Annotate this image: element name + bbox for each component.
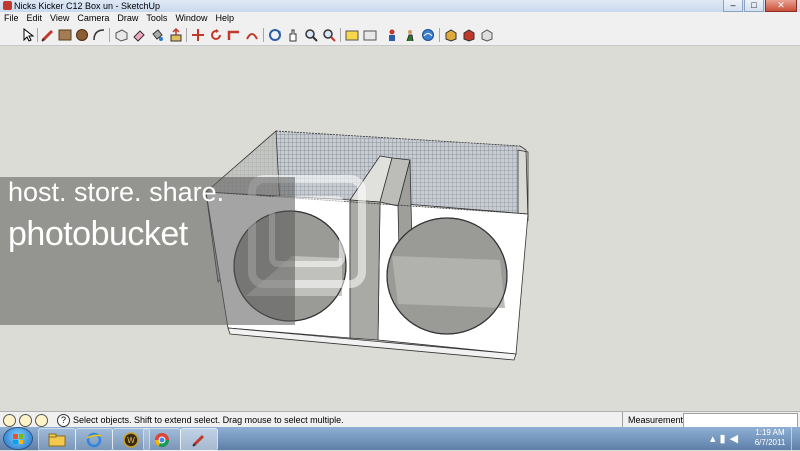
clock-time: 1:19 AM (755, 428, 785, 437)
status-message: Select objects. Shift to extend select. … (73, 415, 344, 425)
place-camera-icon[interactable] (384, 27, 400, 42)
show-hidden-icons-icon[interactable]: ▴ (710, 432, 716, 445)
close-button[interactable]: ✕ (765, 0, 797, 12)
components-icon[interactable] (479, 27, 495, 42)
toolbar-separator (340, 28, 341, 42)
toolbar-separator (109, 28, 110, 42)
start-button[interactable] (4, 428, 32, 449)
orbit-icon[interactable] (267, 27, 283, 42)
clock-date: 6/7/2011 (754, 438, 786, 447)
user-icon[interactable] (35, 414, 48, 427)
watermark-tagline: host. store. share. (8, 177, 225, 207)
system-tray: ▴ ▮ ◀ (710, 427, 738, 450)
pan-icon[interactable] (285, 27, 301, 42)
arc-icon[interactable] (91, 27, 107, 42)
rectangle-icon[interactable] (57, 27, 73, 42)
sketchup-app-icon (3, 1, 12, 10)
eraser-icon[interactable] (131, 27, 147, 42)
internet-explorer-task-icon[interactable] (75, 428, 113, 451)
menu-draw[interactable]: Draw (113, 12, 142, 25)
make-component-icon[interactable] (113, 27, 129, 42)
network-icon[interactable]: ▮ (720, 432, 726, 445)
photobucket-watermark: host. store. share. photobucket (0, 177, 295, 325)
minimize-button[interactable]: – (723, 0, 743, 12)
status-bar: ? Select objects. Shift to extend select… (0, 411, 800, 428)
select-icon[interactable] (20, 27, 36, 42)
menu-edit[interactable]: Edit (23, 12, 47, 25)
volume-icon[interactable]: ◀ (730, 432, 738, 445)
svg-text:W: W (127, 436, 135, 445)
windows-logo-icon (13, 434, 23, 444)
rotate-icon[interactable] (208, 27, 224, 42)
windows-taskbar: W ▴ ▮ ◀ 1:19 AM 6/7/2011 (0, 427, 800, 451)
next-view-icon[interactable] (362, 27, 378, 42)
follow-me-icon[interactable] (226, 27, 242, 42)
chrome-task-icon[interactable] (143, 428, 181, 451)
paint-bucket-icon[interactable] (149, 27, 165, 42)
move-icon[interactable] (190, 27, 206, 42)
show-desktop-button[interactable] (791, 427, 800, 450)
zoom-icon[interactable] (303, 27, 319, 42)
menu-help[interactable]: Help (211, 12, 238, 25)
share-model-icon[interactable] (461, 27, 477, 42)
menu-bar: File Edit View Camera Draw Tools Window … (0, 12, 800, 25)
menu-tools[interactable]: Tools (142, 12, 171, 25)
geo-location-icon[interactable] (3, 414, 16, 427)
toolbar-separator (186, 28, 187, 42)
menu-file[interactable]: File (0, 12, 23, 25)
window-title: Nicks Kicker C12 Box un - SketchUp (14, 1, 161, 11)
toolbar-separator (439, 28, 440, 42)
menu-window[interactable]: Window (171, 12, 211, 25)
maximize-button[interactable]: □ (744, 0, 764, 12)
walk-icon[interactable] (402, 27, 418, 42)
zoom-extents-icon[interactable] (321, 27, 337, 42)
offset-icon[interactable] (244, 27, 260, 42)
measurements-label: Measurements (622, 412, 688, 428)
menu-camera[interactable]: Camera (73, 12, 113, 25)
circle-icon[interactable] (74, 27, 90, 42)
menu-view[interactable]: View (46, 12, 73, 25)
title-bar: Nicks Kicker C12 Box un - SketchUp – □ ✕ (0, 0, 800, 12)
pencil-line-icon[interactable] (40, 27, 56, 42)
watermark-brand: photobucket (8, 215, 188, 253)
sketchup-task-icon[interactable] (180, 428, 218, 451)
previous-view-icon[interactable] (344, 27, 360, 42)
explorer-task-icon[interactable] (38, 428, 76, 451)
look-around-icon[interactable] (420, 27, 436, 42)
window-controls: – □ ✕ (723, 0, 797, 12)
drawing-viewport[interactable]: host. store. share. photobucket (0, 45, 800, 412)
system-clock[interactable]: 1:19 AM 6/7/2011 (750, 428, 790, 448)
get-models-icon[interactable] (443, 27, 459, 42)
main-toolbar (0, 25, 800, 46)
push-pull-icon[interactable] (168, 27, 184, 42)
credits-icon[interactable] (19, 414, 32, 427)
measurements-input[interactable] (683, 413, 798, 428)
toolbar-separator (37, 28, 38, 42)
toolbar-separator (263, 28, 264, 42)
help-icon[interactable]: ? (57, 414, 70, 427)
